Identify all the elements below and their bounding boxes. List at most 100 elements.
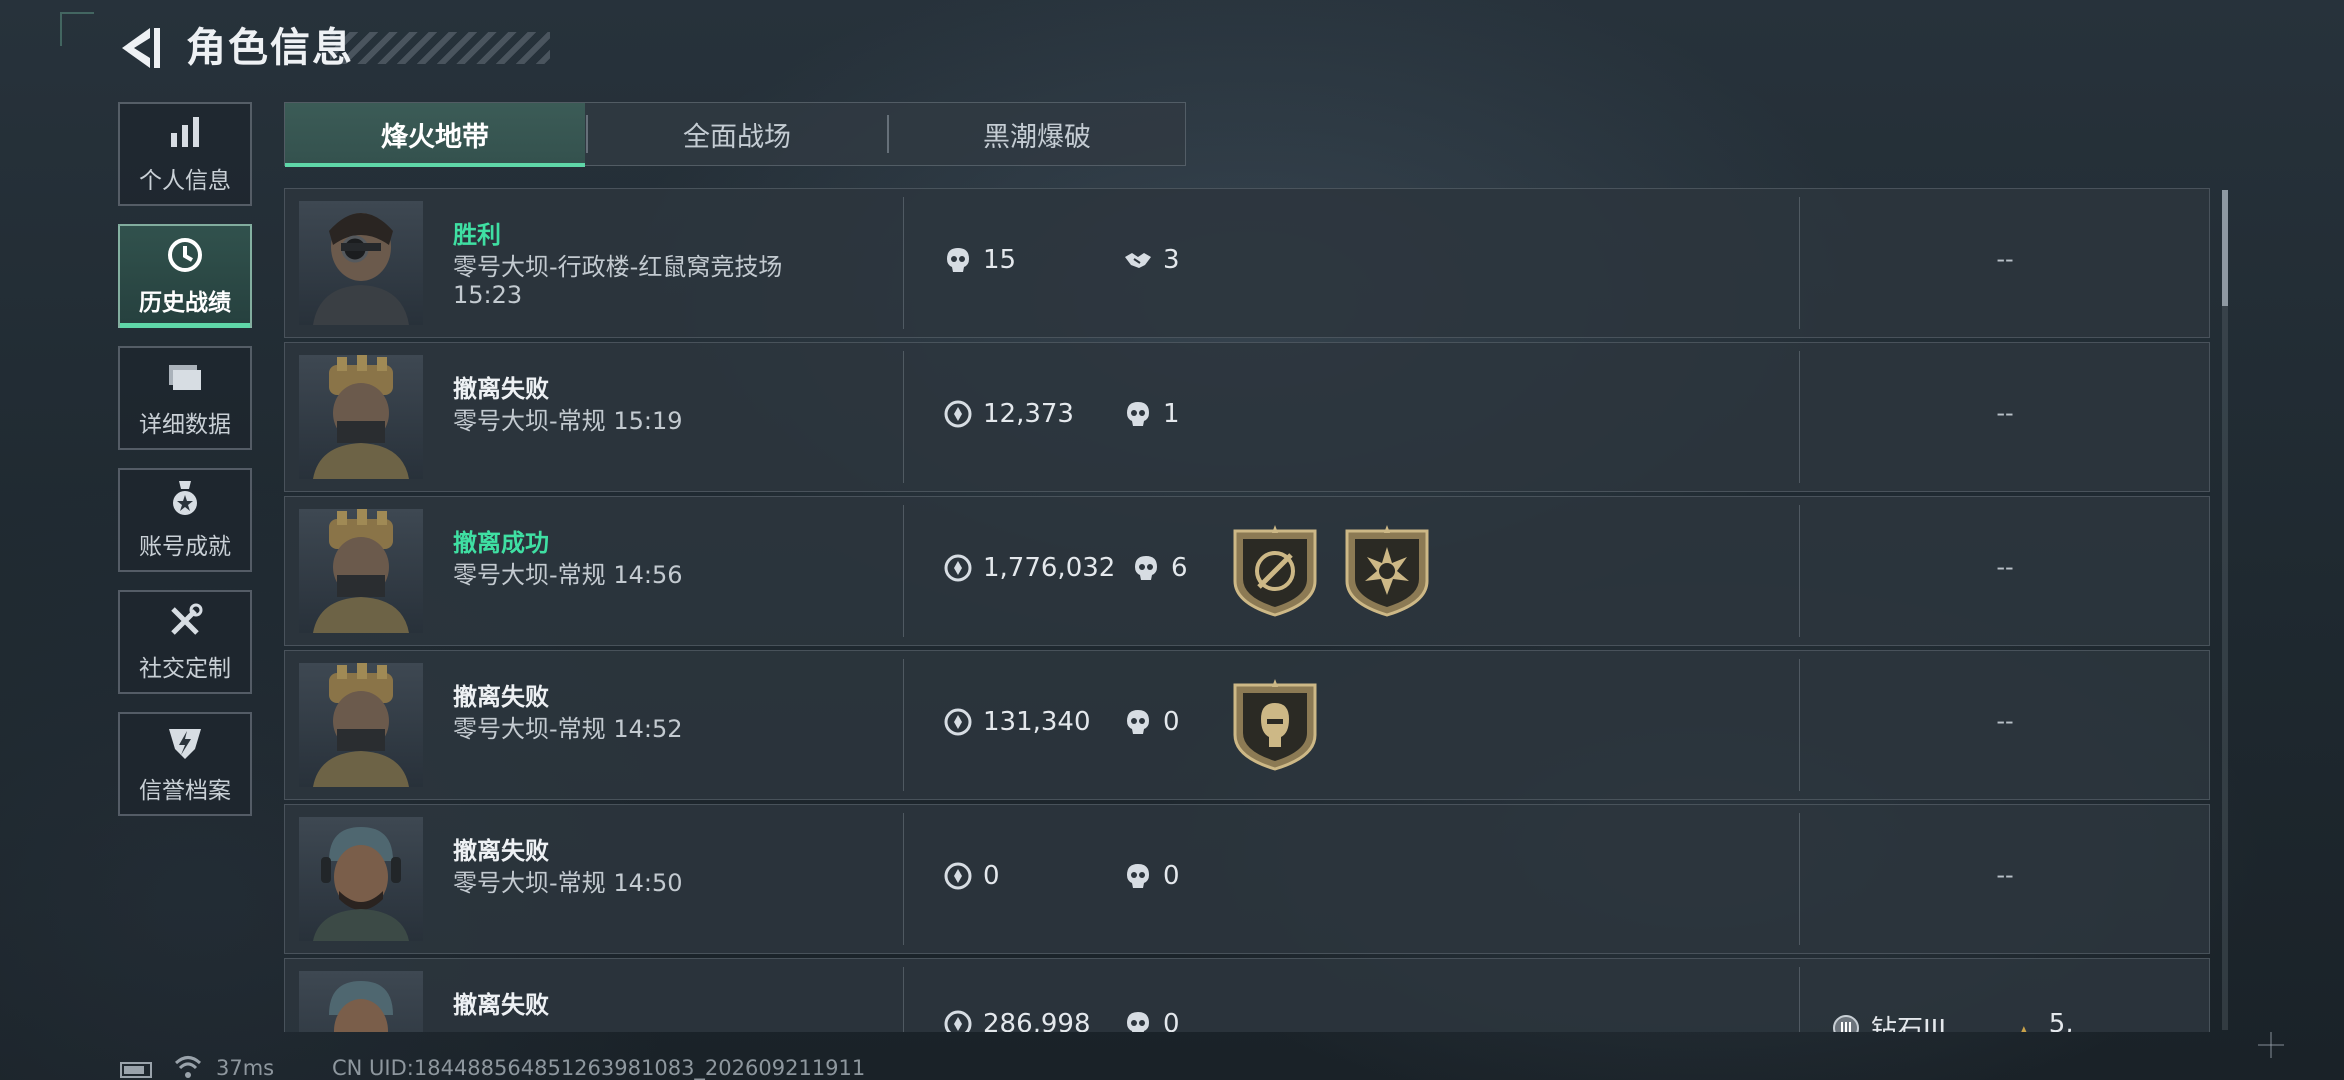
sidebar-item-label: 账号成就 <box>139 534 231 560</box>
operator-avatar <box>299 971 423 1032</box>
user-uid: CN UID:184488564851263981083_20260921191… <box>332 1056 866 1080</box>
rank-change: -- <box>1996 707 2014 735</box>
column-divider <box>1799 659 1800 791</box>
map-name: 零号大坝-常规 <box>453 715 606 743</box>
operator-avatar <box>299 201 423 325</box>
map-and-time: 零号大坝-行政楼-红鼠窝竞技场 15:23 <box>453 253 833 309</box>
value-stat: 286,998 <box>943 1009 1091 1032</box>
skull-icon <box>1135 556 1157 580</box>
map-and-time: 零号大坝-常规 14:50 <box>453 869 833 897</box>
kills-value: 15 <box>983 245 1017 275</box>
column-divider <box>1799 505 1800 637</box>
burst-badge-icon[interactable] <box>1343 525 1431 617</box>
rank-change: -- <box>1996 861 2014 889</box>
value-stat: 131,340 <box>943 707 1091 737</box>
rank-score: 5, 4244(-17) <box>2009 1009 2209 1032</box>
map-and-time: 零号大坝-常规 14:56 <box>453 561 833 589</box>
list-scrollbar-track[interactable] <box>2222 190 2228 1030</box>
match-result: 胜利 <box>453 221 501 249</box>
sidebar-item-label: 社交定制 <box>139 656 231 682</box>
match-row[interactable]: 撤离失败 零号大坝-常规 14:50 0 0 -- <box>284 804 2210 954</box>
skull-icon <box>1127 1012 1149 1032</box>
match-result: 撤离成功 <box>453 529 549 557</box>
match-time: 15:19 <box>613 407 683 435</box>
value-amount: 286,998 <box>983 1009 1091 1032</box>
value-stat: 0 <box>943 861 1000 891</box>
coin-icon <box>944 554 972 582</box>
skull-icon <box>947 248 969 272</box>
diamond-rank-icon <box>1833 1014 1859 1032</box>
rank-tier-label: 钻石III <box>1871 1015 1947 1032</box>
kills-stat: 15 <box>943 245 1016 275</box>
kills-value: 0 <box>1163 861 1180 891</box>
skull-icon <box>1127 864 1149 888</box>
match-row[interactable]: 撤离失败 286,998 0 钻石III 5, 4244(-17) <box>284 958 2210 1032</box>
kills-stat: 6 <box>1131 553 1188 583</box>
page-title: 角色信息 <box>186 25 354 71</box>
coin-icon <box>944 1010 972 1032</box>
sidebar-item-achievements[interactable]: 账号成就 <box>118 468 252 572</box>
assists-value: 3 <box>1163 245 1180 275</box>
clock-icon <box>168 238 202 272</box>
coin-icon <box>944 862 972 890</box>
tab-full-battlefield[interactable]: 全面战场 <box>587 103 887 165</box>
column-divider <box>903 813 904 945</box>
battery-level <box>124 1066 144 1074</box>
skull-icon <box>1127 402 1149 426</box>
mode-tabs: 烽火地带 全面战场 黑潮爆破 <box>284 102 1187 167</box>
match-result: 撤离失败 <box>453 375 549 403</box>
coin-icon <box>944 708 972 736</box>
column-divider <box>903 351 904 483</box>
sidebar-item-label: 信誉档案 <box>139 778 231 804</box>
folder-icon <box>169 365 201 390</box>
column-divider <box>903 197 904 329</box>
kills-stat: 0 <box>1123 1009 1180 1032</box>
rank-score-value: 5, 4244(-17) <box>2048 1009 2074 1032</box>
sidebar-item-label: 个人信息 <box>139 168 231 194</box>
match-row[interactable]: 胜利 零号大坝-行政楼-红鼠窝竞技场 15:23 15 3 -- <box>284 188 2210 338</box>
tab-black-tide[interactable]: 黑潮爆破 <box>887 103 1187 165</box>
wrench-icon <box>171 603 203 635</box>
rank-tier: 钻石III <box>1831 1009 1946 1032</box>
medal-icon <box>173 481 197 515</box>
match-time: 15:23 <box>453 281 523 309</box>
column-divider <box>903 967 904 1032</box>
operator-avatar <box>299 509 423 633</box>
value-stat: 12,373 <box>943 399 1074 429</box>
coin-icon <box>944 400 972 428</box>
sidebar-item-history[interactable]: 历史战绩 <box>118 224 252 328</box>
match-result: 撤离失败 <box>453 991 549 1019</box>
match-row[interactable]: 撤离失败 零号大坝-常规 14:52 131,340 0 -- <box>284 650 2210 800</box>
sidebar-item-label: 详细数据 <box>139 412 231 438</box>
back-button[interactable] <box>112 22 164 74</box>
match-history-list[interactable]: 胜利 零号大坝-行政楼-红鼠窝竞技场 15:23 15 3 -- 撤离失败 零号… <box>284 188 2212 1032</box>
column-divider <box>1799 967 1800 1032</box>
kills-value: 6 <box>1171 553 1188 583</box>
crosshair-badge-icon[interactable] <box>1231 525 1319 617</box>
sidebar-item-details[interactable]: 详细数据 <box>118 346 252 450</box>
corner-decoration <box>60 12 94 46</box>
skull-icon <box>1127 710 1149 734</box>
column-divider <box>1799 197 1800 329</box>
match-result: 撤离失败 <box>453 683 549 711</box>
operator-avatar <box>299 817 423 941</box>
match-result: 撤离失败 <box>453 837 549 865</box>
ping-latency: 37ms <box>216 1056 275 1080</box>
kills-stat: 1 <box>1123 399 1180 429</box>
sidebar-item-reputation[interactable]: 信誉档案 <box>118 712 252 816</box>
tab-beacon-zone[interactable]: 烽火地带 <box>285 103 585 167</box>
list-scrollbar-thumb[interactable] <box>2222 190 2228 306</box>
assists-stat: 3 <box>1123 245 1180 275</box>
value-stat: 1,776,032 <box>943 553 1115 583</box>
sidebar-item-profile[interactable]: 个人信息 <box>118 102 252 206</box>
map-name: 零号大坝-常规 <box>453 407 606 435</box>
match-row[interactable]: 撤离成功 零号大坝-常规 14:56 1,776,032 6 -- <box>284 496 2210 646</box>
operator-badge-icon[interactable] <box>1231 679 1319 771</box>
rank-change: -- <box>1996 553 2014 581</box>
plus-icon <box>2258 1032 2284 1058</box>
bar-chart-icon <box>171 117 199 147</box>
map-name: 零号大坝-常规 <box>453 561 606 589</box>
value-amount: 12,373 <box>983 399 1074 429</box>
sidebar-item-social[interactable]: 社交定制 <box>118 590 252 694</box>
match-row[interactable]: 撤离失败 零号大坝-常规 15:19 12,373 1 -- <box>284 342 2210 492</box>
